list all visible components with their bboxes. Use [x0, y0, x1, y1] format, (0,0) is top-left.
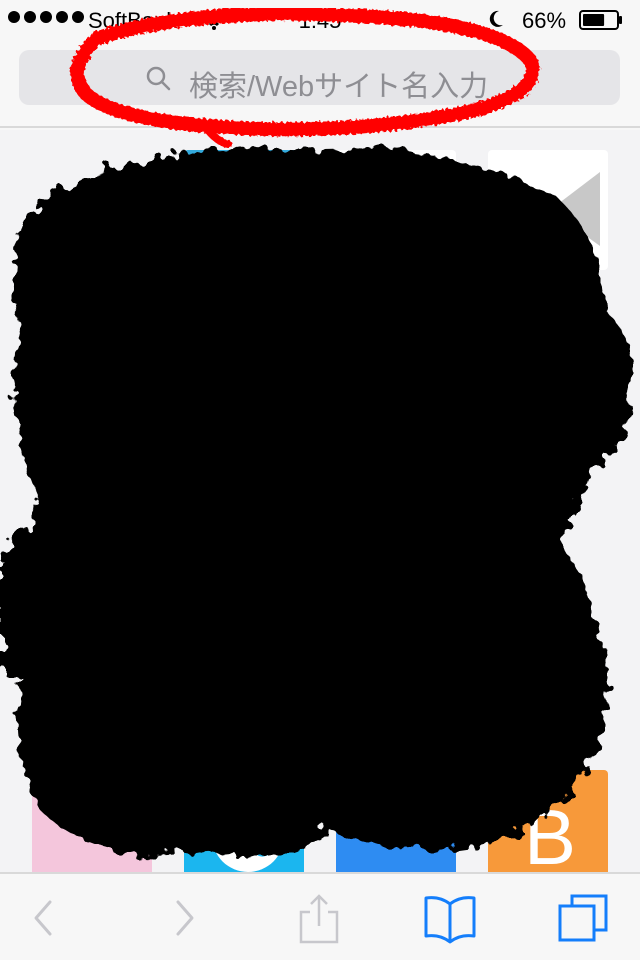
redaction-scribble — [0, 148, 632, 857]
favorites-area: B — [0, 130, 640, 872]
tabs-icon — [558, 894, 608, 942]
bottom-toolbar — [0, 872, 640, 960]
chevron-right-icon — [176, 900, 194, 936]
share-icon — [299, 894, 339, 944]
back-button[interactable] — [16, 892, 72, 944]
chevron-left-icon — [34, 900, 52, 936]
forward-button[interactable] — [156, 892, 212, 944]
safari-screen: SoftBank 1:45 66% 検索/Webサイト名入力 B — [0, 0, 640, 960]
red-circle-annotation — [70, 8, 541, 148]
bookmarks-button[interactable] — [422, 892, 478, 944]
share-button[interactable] — [291, 892, 347, 944]
tabs-button[interactable] — [556, 892, 612, 944]
book-icon — [424, 896, 476, 944]
battery-icon — [579, 10, 622, 30]
